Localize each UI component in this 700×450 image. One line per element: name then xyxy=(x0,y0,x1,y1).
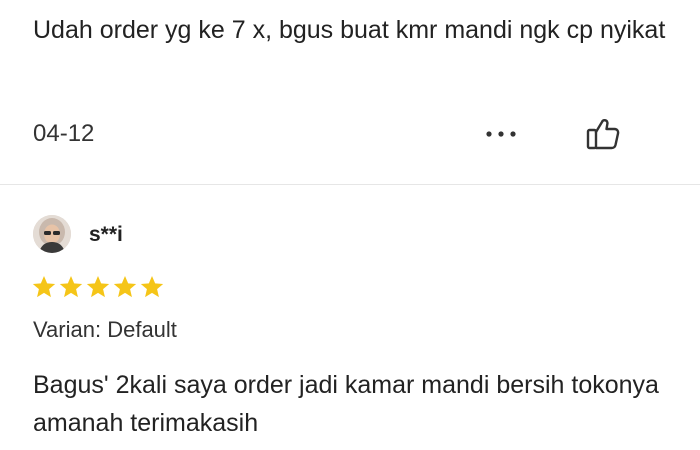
review-card: Udah order yg ke 7 x, bgus buat kmr mand… xyxy=(0,0,700,184)
ellipsis-icon xyxy=(486,131,516,137)
username: s**i xyxy=(89,223,123,246)
review-text: Udah order yg ke 7 x, bgus buat kmr mand… xyxy=(33,16,666,44)
star-icon xyxy=(140,275,164,298)
star-icon xyxy=(32,275,56,298)
thumbs-up-icon xyxy=(586,119,620,150)
variant-value: Default xyxy=(107,317,177,342)
review-card: s**i Varian: Default Bagus' 2kali saya o… xyxy=(0,185,700,450)
review-date: 04-12 xyxy=(33,120,95,147)
review-text: Bagus' 2kali saya order jadi kamar mandi… xyxy=(33,371,659,437)
product-variant: Varian: Default xyxy=(33,316,177,344)
like-button[interactable] xyxy=(580,110,626,156)
star-icon xyxy=(113,275,137,298)
more-options-button[interactable] xyxy=(478,118,524,150)
star-icon xyxy=(59,275,83,298)
star-icon xyxy=(86,275,110,298)
user-avatar[interactable] xyxy=(33,215,71,253)
variant-label: Varian: xyxy=(33,317,102,342)
star-rating xyxy=(31,274,165,300)
